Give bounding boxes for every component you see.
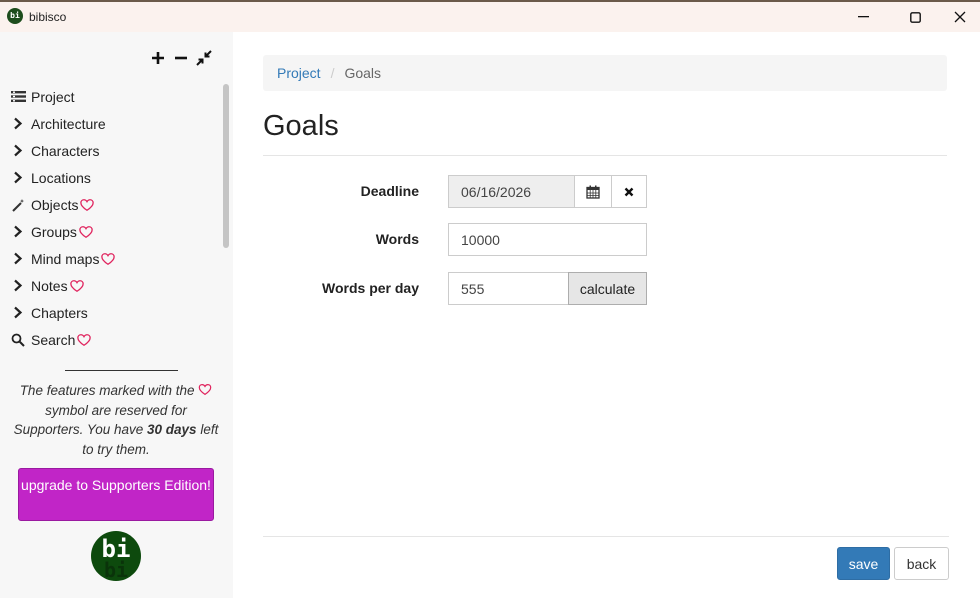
logo-text: bi bbox=[101, 535, 131, 563]
expand-all-button[interactable] bbox=[150, 48, 166, 68]
sidebar-item-label: Notes bbox=[31, 277, 68, 294]
upgrade-button[interactable]: upgrade to Supporters Edition! bbox=[18, 468, 214, 521]
sidebar-item-label: Mind maps bbox=[31, 250, 100, 267]
sidebar-item-project[interactable]: Project bbox=[10, 83, 115, 110]
sidebar-item-label: Chapters bbox=[31, 304, 88, 321]
sidebar-item-groups[interactable]: Groups bbox=[10, 218, 115, 245]
heart-icon bbox=[80, 198, 95, 211]
sidebar-item-label: Project bbox=[31, 88, 75, 105]
title-bar: bi bibisco bbox=[0, 0, 980, 32]
close-icon bbox=[954, 11, 966, 23]
close-window-button[interactable] bbox=[937, 2, 980, 32]
sidebar-item-search[interactable]: Search bbox=[10, 326, 115, 353]
back-button[interactable]: back bbox=[894, 547, 949, 580]
chevron-right-icon bbox=[10, 143, 26, 159]
sidebar-item-label: Groups bbox=[31, 223, 77, 240]
maximize-button[interactable] bbox=[892, 2, 938, 32]
title-divider bbox=[263, 155, 947, 156]
sidebar-item-label: Objects bbox=[31, 196, 79, 213]
tree-tools bbox=[150, 48, 212, 68]
heart-icon bbox=[101, 252, 116, 265]
bibisco-logo: bi bi bbox=[91, 531, 141, 581]
sidebar-item-mind-maps[interactable]: Mind maps bbox=[10, 245, 116, 272]
sidebar-item-characters[interactable]: Characters bbox=[10, 137, 115, 164]
window-title: bibisco bbox=[29, 10, 67, 24]
collapse-all-button[interactable] bbox=[173, 48, 189, 68]
heart-icon bbox=[77, 333, 92, 346]
deadline-label: Deadline bbox=[360, 183, 419, 199]
chevron-right-icon bbox=[10, 251, 26, 267]
words-per-day-label: Words per day bbox=[322, 280, 419, 296]
minimize-icon bbox=[857, 16, 869, 18]
sidebar-item-label: Search bbox=[31, 331, 76, 348]
chevron-right-icon bbox=[10, 278, 26, 294]
maximize-icon bbox=[909, 11, 921, 23]
chevron-right-icon bbox=[10, 305, 26, 321]
magic-wand-icon bbox=[10, 197, 26, 213]
sidebar-item-label: Characters bbox=[31, 142, 100, 159]
search-icon bbox=[10, 332, 26, 348]
minus-icon bbox=[175, 56, 187, 60]
breadcrumb-project-link[interactable]: Project bbox=[277, 65, 321, 81]
calendar-icon bbox=[586, 185, 600, 199]
clear-deadline-button[interactable] bbox=[611, 175, 647, 208]
heart-icon bbox=[69, 279, 84, 292]
breadcrumb-separator: / bbox=[330, 65, 335, 81]
page-title: Goals bbox=[263, 110, 339, 142]
words-per-day-input[interactable]: 555 bbox=[448, 272, 569, 305]
footer-divider bbox=[263, 536, 949, 537]
words-input[interactable]: 10000 bbox=[448, 223, 647, 256]
sidebar-item-label: Locations bbox=[31, 169, 91, 186]
trial-days: 30 days bbox=[147, 422, 197, 437]
sidebar-separator bbox=[65, 370, 178, 371]
words-label: Words bbox=[375, 231, 419, 247]
sidebar-item-notes[interactable]: Notes bbox=[10, 272, 115, 299]
heart-icon bbox=[198, 384, 212, 396]
sidebar-item-architecture[interactable]: Architecture bbox=[10, 110, 115, 137]
calculate-button[interactable]: calculate bbox=[568, 272, 647, 305]
info-prefix: The features marked with the bbox=[19, 383, 195, 398]
app-logo-icon: bi bbox=[7, 8, 23, 24]
sidebar-scrollbar[interactable] bbox=[223, 84, 229, 248]
sidebar-item-label: Architecture bbox=[31, 115, 106, 132]
save-button[interactable]: save bbox=[837, 547, 890, 580]
breadcrumb-current: Goals bbox=[344, 65, 382, 81]
close-icon bbox=[624, 187, 634, 196]
sidebar-item-objects[interactable]: Objects bbox=[10, 191, 115, 218]
sidebar: Project Architecture Characters Location… bbox=[0, 32, 233, 598]
chevron-right-icon bbox=[10, 116, 26, 132]
sidebar-item-chapters[interactable]: Chapters bbox=[10, 299, 115, 326]
calendar-button[interactable] bbox=[574, 175, 612, 208]
sidebar-item-locations[interactable]: Locations bbox=[10, 164, 115, 191]
navigation-tree: Project Architecture Characters Location… bbox=[10, 83, 116, 353]
minimize-button[interactable] bbox=[840, 2, 886, 32]
heart-icon bbox=[79, 225, 93, 238]
shrink-button[interactable] bbox=[196, 48, 212, 68]
chevron-right-icon bbox=[10, 170, 26, 186]
chevron-right-icon bbox=[10, 224, 26, 240]
breadcrumb: Project / Goals bbox=[263, 55, 947, 91]
supporter-info-text: The features marked with the symbol are … bbox=[10, 381, 222, 459]
compress-icon bbox=[196, 50, 212, 66]
plus-icon bbox=[152, 52, 164, 64]
list-icon bbox=[10, 89, 26, 105]
deadline-input[interactable]: 06/16/2026 bbox=[448, 175, 575, 208]
